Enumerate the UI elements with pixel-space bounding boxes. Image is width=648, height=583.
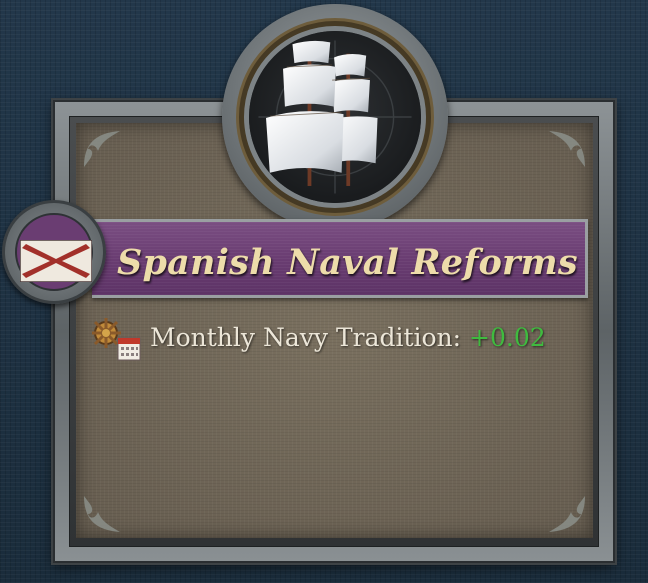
galleon-ship-icon (244, 26, 426, 208)
tooltip-title: Spanish Naval Reforms (117, 242, 578, 283)
cross-of-burgundy-flag-icon (19, 239, 93, 283)
navy-tradition-calendar-icon (91, 318, 144, 364)
effect-modifier-line: Monthly Navy Tradition: +0.02 (150, 320, 546, 356)
effect-value: +0.02 (469, 323, 546, 352)
corner-ornament-bottom-right (537, 492, 589, 536)
corner-ornament-top-right (537, 127, 589, 171)
effect-label: Monthly Navy Tradition: (150, 323, 462, 352)
corner-ornament-bottom-left (80, 492, 132, 536)
corner-ornament-top-left (80, 127, 132, 171)
